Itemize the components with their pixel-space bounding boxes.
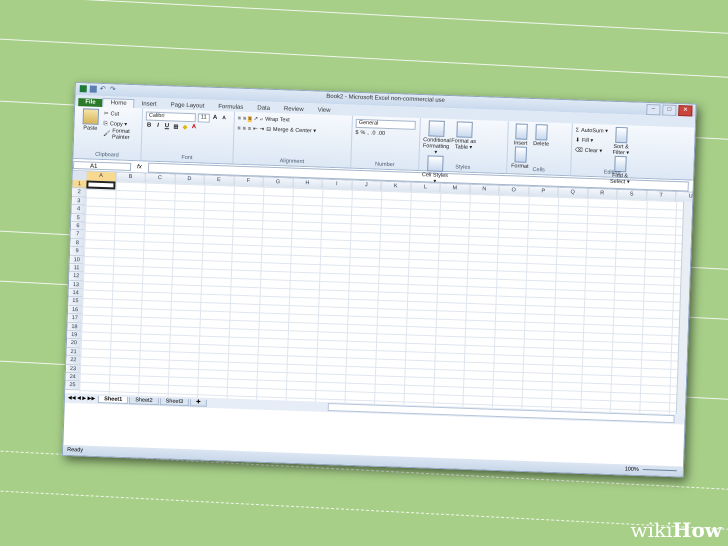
format-painter-icon: 🖌 — [103, 131, 111, 138]
italic-button[interactable]: I — [154, 123, 161, 129]
zoom-level[interactable]: 100% — [625, 466, 639, 472]
close-button[interactable]: ✕ — [678, 105, 693, 117]
status-ready: Ready — [67, 446, 84, 454]
editing-group: Σ AutoSum ▾ ⬇ Fill ▾ ⌫ Clear ▾ Sort & Filte… — [571, 123, 655, 185]
sheet-tab-1[interactable]: Sheet1 — [98, 395, 129, 404]
paste-button[interactable]: Paste — [77, 108, 104, 132]
autosum-icon: Σ — [575, 127, 580, 134]
font-name-select[interactable]: Calibri — [145, 110, 197, 122]
alignment-group: ≡ ≡ ≡ ↗ ⤶ Wrap Text ≡ ≡ ≡ ⇤ ⇥ ⊟ Merge & Center ▾ Al… — [233, 111, 353, 168]
merge-center-icon: ⊟ — [266, 126, 272, 133]
excel-window: ↶ ↷ Book2 - Microsoft Excel non-commerci… — [61, 82, 697, 478]
minimize-button[interactable]: – — [646, 103, 661, 116]
decrease-decimal-icon[interactable]: .00 — [377, 131, 385, 137]
number-label: Number — [374, 161, 395, 169]
grow-font-icon[interactable]: A — [211, 115, 218, 121]
cells-group: Insert Delete Format Cells — [507, 121, 573, 176]
fill-color-icon[interactable]: ◆ — [181, 123, 188, 130]
maximize-button[interactable]: □ — [662, 104, 677, 117]
sheet-tab-2[interactable]: Sheet2 — [129, 396, 159, 405]
sheet-nav-arrows-icon[interactable]: ◀◀ ◀ ▶ ▶▶ — [68, 395, 95, 402]
function-icon[interactable]: fx — [137, 164, 142, 170]
clear-button[interactable]: Clear ▾ — [585, 148, 603, 155]
currency-icon[interactable]: $ — [355, 130, 358, 136]
conditional-formatting-icon — [428, 120, 445, 137]
worksheet: A B C D E F G H I J K L M N O P Q R S T … — [64, 170, 697, 425]
zoom-slider[interactable] — [642, 469, 677, 472]
fill-icon: ⬇ — [575, 137, 580, 144]
increase-decimal-icon[interactable]: .0 — [371, 130, 376, 136]
clipboard-label: Clipboard — [95, 151, 119, 159]
cell-styles-button[interactable]: Cell Styles ▾ — [422, 155, 449, 185]
cut-button[interactable]: Cut — [110, 111, 119, 117]
wikihow-logo: wikiHow — [630, 518, 722, 542]
increase-indent-icon[interactable]: ⇥ — [260, 126, 265, 132]
status-bar: Ready 100% — [62, 444, 683, 477]
copy-icon: ⎘ — [103, 120, 109, 127]
clear-icon: ⌫ — [574, 147, 583, 154]
decrease-indent-icon[interactable]: ⇤ — [253, 126, 258, 132]
insert-sheet-icon[interactable]: ✚ — [189, 398, 207, 407]
shrink-font-icon[interactable]: A — [220, 115, 227, 121]
align-center-icon[interactable]: ≡ — [243, 126, 246, 132]
underline-button[interactable]: U — [163, 123, 170, 129]
row-header[interactable]: 25 — [65, 381, 80, 391]
cell-grid[interactable] — [79, 180, 687, 415]
align-top-icon[interactable]: ≡ — [238, 116, 241, 122]
styles-group: Conditional Formatting ▾ Format as Table… — [419, 118, 509, 185]
format-cells-icon — [513, 146, 527, 163]
align-right-icon[interactable]: ≡ — [248, 126, 251, 132]
wrap-text-button[interactable]: Wrap Text — [265, 117, 290, 124]
copy-button[interactable]: Copy ▾ — [110, 121, 127, 128]
cells-label: Cells — [532, 167, 545, 174]
comma-button[interactable]: , — [367, 130, 369, 136]
format-as-table-button[interactable]: Format as Table ▾ — [450, 121, 477, 151]
sort-filter-icon — [615, 126, 628, 144]
insert-cells-icon — [514, 123, 528, 140]
insert-cells-button[interactable]: Insert — [511, 123, 531, 147]
merge-center-button[interactable]: Merge & Center ▾ — [273, 127, 316, 135]
bold-button[interactable]: B — [145, 122, 152, 129]
delete-cells-icon — [535, 124, 548, 141]
sort-filter-button[interactable]: Sort & Filter ▾ — [611, 126, 632, 157]
name-box[interactable]: A1 — [72, 160, 132, 171]
font-color-icon[interactable]: A — [190, 124, 197, 130]
percent-button[interactable]: % — [360, 130, 365, 136]
orientation-icon[interactable]: ↗ — [253, 116, 258, 122]
font-size-select[interactable]: 11 — [197, 112, 210, 123]
format-table-icon — [455, 121, 473, 138]
paste-icon — [82, 108, 100, 125]
active-cell[interactable] — [86, 180, 116, 190]
align-bottom-icon[interactable]: ≡ — [248, 116, 252, 123]
wrap-text-icon: ⤶ — [259, 115, 264, 123]
font-group: Calibri 11 A A B I U ⊞ ◆ A Font — [141, 108, 236, 164]
delete-cells-button[interactable]: Delete — [532, 124, 552, 148]
align-middle-icon[interactable]: ≡ — [243, 116, 246, 122]
clipboard-group: Paste ✂ Cut ⎘ Copy ▾ 🖌 Format Painter Clipb… — [73, 106, 144, 161]
cut-icon: ✂ — [103, 111, 109, 118]
sheet-tab-3[interactable]: Sheet3 — [159, 397, 190, 406]
align-left-icon[interactable]: ≡ — [237, 126, 240, 132]
conditional-formatting-button[interactable]: Conditional Formatting ▾ — [423, 120, 451, 156]
number-group: General $%, .0.00 Number — [351, 115, 421, 171]
format-painter-button[interactable]: Format Painter — [112, 128, 138, 141]
autosum-button[interactable]: AutoSum ▾ — [581, 128, 608, 135]
borders-icon[interactable]: ⊞ — [172, 123, 179, 130]
fill-button[interactable]: Fill ▾ — [582, 138, 594, 144]
